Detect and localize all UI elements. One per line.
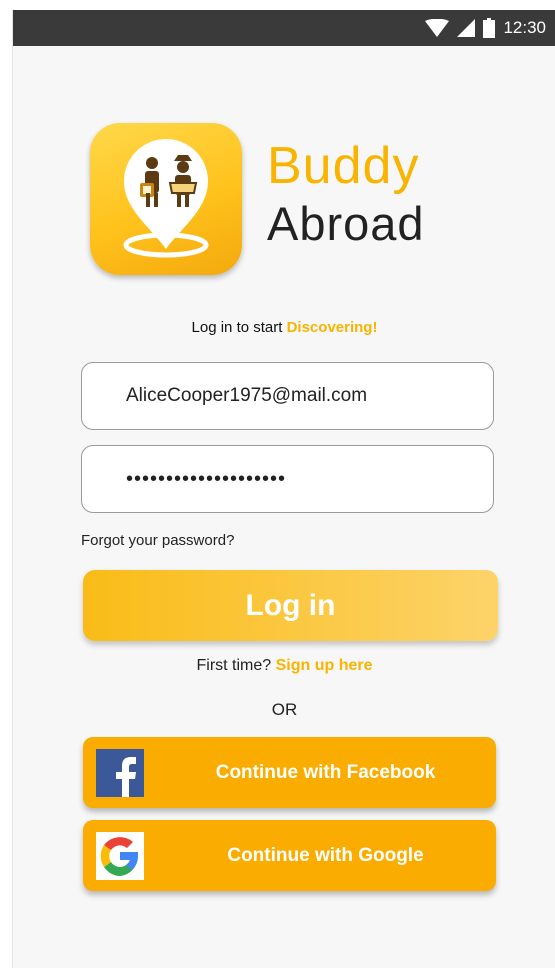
wifi-icon — [425, 19, 450, 37]
google-login-button[interactable]: Continue with Google — [83, 820, 496, 891]
password-value: •••••••••••••••••••• — [126, 467, 287, 490]
status-time: 12:30 — [503, 18, 546, 37]
login-button[interactable]: Log in — [83, 570, 498, 641]
password-field[interactable]: •••••••••••••••••••• — [81, 445, 494, 513]
status-icons: 12:30 — [425, 10, 546, 46]
signup-prompt: First time? Sign up here — [13, 657, 555, 675]
google-button-label: Continue with Google — [227, 844, 424, 866]
login-button-label: Log in — [245, 588, 336, 622]
facebook-icon — [96, 749, 144, 797]
facebook-login-button[interactable]: Continue with Facebook — [83, 737, 496, 808]
battery-icon — [483, 18, 496, 38]
tagline: Log in to start Discovering! — [13, 319, 555, 336]
tagline-accent: Discovering! — [286, 319, 378, 336]
signup-text: First time? — [196, 657, 276, 674]
google-icon — [96, 832, 144, 880]
brand-line-1: Buddy — [267, 137, 420, 195]
signup-link[interactable]: Sign up here — [276, 657, 373, 674]
brand-name: Buddy Abroad — [267, 140, 425, 247]
status-bar: 12:30 — [13, 10, 555, 46]
email-field[interactable]: AliceCooper1975@mail.com — [81, 362, 494, 430]
forgot-password-link[interactable]: Forgot your password? — [81, 532, 234, 549]
app-screen: 12:30 Buddy Abroad Log in to start Disco… — [12, 10, 555, 968]
map-pin-travelers-icon — [123, 139, 209, 258]
app-logo — [90, 123, 242, 275]
tagline-text: Log in to start — [191, 319, 287, 336]
email-value: AliceCooper1975@mail.com — [126, 385, 368, 406]
facebook-button-label: Continue with Facebook — [215, 761, 436, 783]
brand-line-2: Abroad — [267, 197, 425, 250]
signal-icon — [457, 19, 476, 37]
or-divider: OR — [271, 700, 298, 719]
